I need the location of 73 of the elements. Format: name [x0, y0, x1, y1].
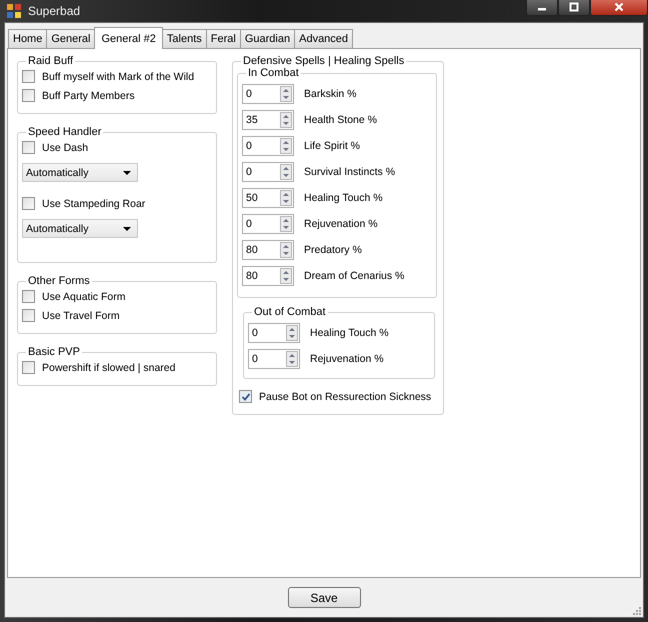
tab[interactable]: Talents	[162, 29, 207, 48]
spinner-arrows-icon[interactable]	[280, 112, 292, 128]
spinner-label: Predatory %	[304, 244, 362, 256]
maximize-button[interactable]	[558, 0, 590, 16]
dropdown[interactable]: Automatically	[22, 219, 138, 238]
spinner-label: Healing Touch %	[310, 327, 389, 339]
spinner-arrows-icon[interactable]	[280, 190, 292, 206]
checkbox-label: Powershift if slowed | snared	[42, 362, 176, 374]
checkbox-label: Use Dash	[42, 142, 88, 154]
close-button[interactable]	[590, 0, 648, 16]
dropdown[interactable]: Automatically	[22, 163, 138, 182]
checkbox-label: Use Aquatic Form	[42, 290, 126, 302]
spinner-arrows-icon[interactable]	[280, 242, 292, 258]
tab[interactable]: Home	[8, 29, 48, 48]
group-title: Speed Handler	[27, 126, 102, 138]
spinner-arrows-icon[interactable]	[280, 268, 292, 284]
number-spinner[interactable]: 0	[248, 323, 300, 343]
group-title: Other Forms	[27, 275, 91, 287]
tab[interactable]: Feral	[206, 29, 241, 48]
spinner-label: Healing Touch %	[304, 192, 383, 204]
spinner-arrows-icon[interactable]	[286, 351, 298, 367]
tab[interactable]: General	[46, 29, 96, 48]
checkbox[interactable]	[22, 89, 35, 102]
checkbox[interactable]	[22, 290, 35, 303]
checkbox[interactable]	[239, 390, 252, 403]
checkbox[interactable]	[22, 70, 35, 83]
caret-icon	[123, 226, 131, 230]
group-title: Basic PVP	[27, 346, 81, 358]
checkbox[interactable]	[22, 197, 35, 210]
number-spinner[interactable]: 0	[242, 214, 294, 234]
save-button[interactable]: Save	[288, 587, 360, 608]
checkbox-label: Pause Bot on Ressurection Sickness	[259, 390, 432, 402]
resize-grip-icon[interactable]	[631, 605, 641, 615]
spinner-arrows-icon[interactable]	[280, 164, 292, 180]
number-spinner[interactable]: 35	[242, 110, 294, 130]
checkbox-label: Use Stampeding Roar	[42, 198, 146, 210]
tab[interactable]: General #2	[94, 27, 163, 49]
spinner-label: Life Spirit %	[304, 140, 360, 152]
checkbox[interactable]	[22, 309, 35, 322]
tab[interactable]: Advanced	[294, 29, 354, 48]
caret-icon	[123, 170, 131, 174]
spinner-arrows-icon[interactable]	[280, 138, 292, 154]
number-spinner[interactable]: 0	[242, 162, 294, 182]
maximize-icon	[569, 2, 579, 12]
close-icon	[614, 2, 624, 12]
checkbox-label: Buff Party Members	[42, 90, 135, 102]
spinner-label: Barkskin %	[304, 88, 357, 100]
checkbox[interactable]	[22, 141, 35, 154]
checkbox[interactable]	[22, 361, 35, 374]
tab[interactable]: Guardian	[240, 29, 296, 48]
checkbox-label: Buff myself with Mark of the Wild	[42, 70, 194, 82]
app-icon	[6, 3, 22, 19]
group-title: Raid Buff	[27, 55, 74, 67]
spinner-label: Health Stone %	[304, 114, 377, 126]
number-spinner[interactable]: 0	[248, 349, 300, 369]
number-spinner[interactable]: 0	[242, 136, 294, 156]
number-spinner[interactable]: 80	[242, 240, 294, 260]
spinner-label: Rejuvenation %	[304, 218, 378, 230]
spinner-label: Survival Instincts %	[304, 166, 396, 178]
spinner-label: Rejuvenation %	[310, 353, 384, 365]
spinner-label: Dream of Cenarius %	[304, 270, 404, 282]
checkbox-label: Use Travel Form	[42, 310, 120, 322]
spinner-arrows-icon[interactable]	[286, 325, 298, 341]
spinner-arrows-icon[interactable]	[280, 216, 292, 232]
number-spinner[interactable]: 50	[242, 188, 294, 208]
number-spinner[interactable]: 0	[242, 84, 294, 104]
spinner-arrows-icon[interactable]	[280, 86, 292, 102]
group-title: In Combat	[247, 67, 300, 79]
window-title: Superbad	[28, 4, 80, 18]
group-title: Defensive Spells | Healing Spells	[242, 55, 406, 67]
group-title: Out of Combat	[253, 306, 327, 318]
number-spinner[interactable]: 80	[242, 266, 294, 286]
minimize-button[interactable]	[526, 0, 558, 16]
